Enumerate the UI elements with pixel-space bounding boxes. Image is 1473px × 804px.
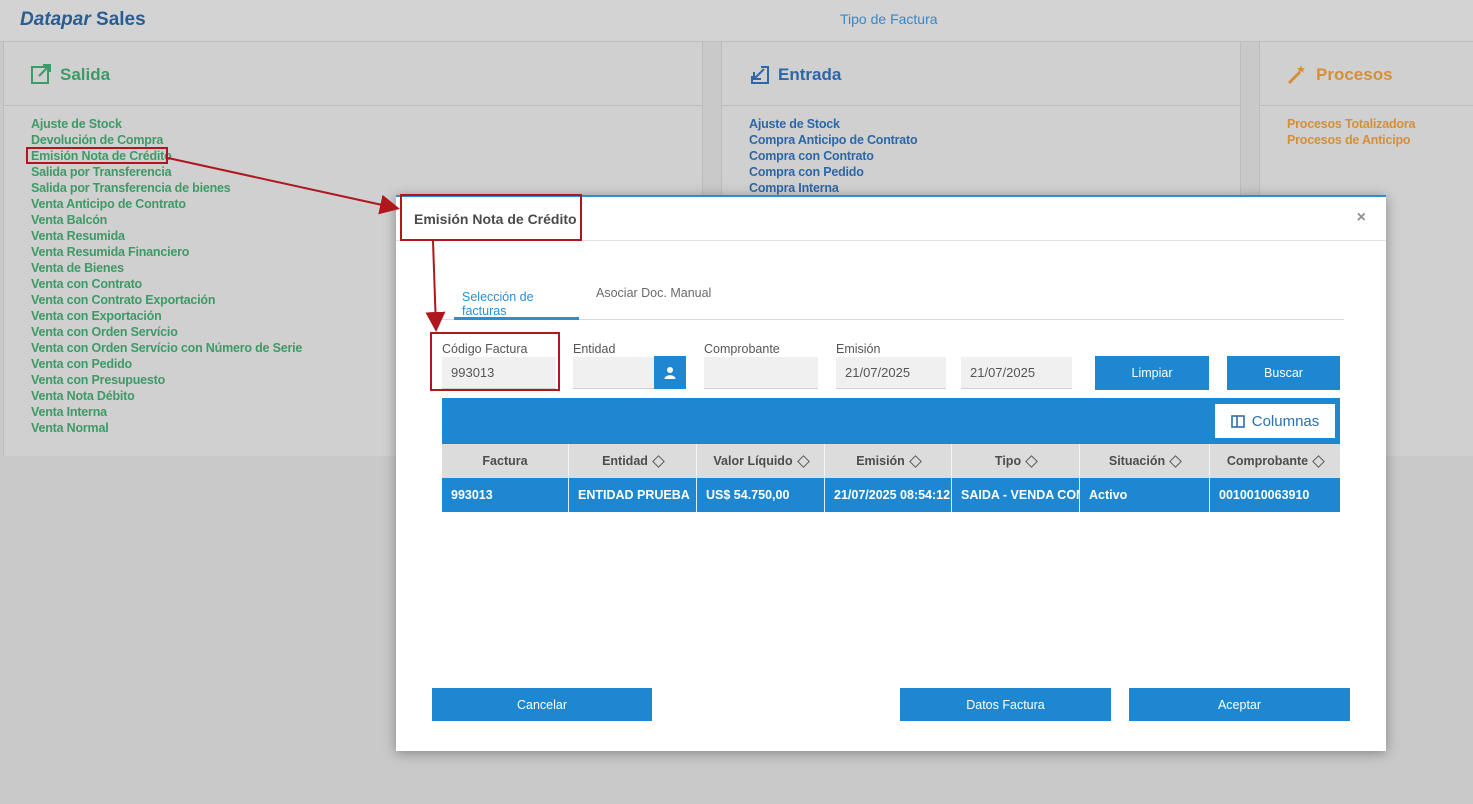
salida-item[interactable]: Venta con Orden Servício <box>31 324 302 340</box>
table-cell: Activo <box>1080 478 1210 512</box>
buscar-button[interactable]: Buscar <box>1227 356 1340 390</box>
sort-icon <box>652 454 665 468</box>
entidad-search-button[interactable] <box>654 356 686 389</box>
page-title: Tipo de Factura <box>840 11 938 27</box>
col-header-label: Tipo <box>994 454 1022 468</box>
col-header-situacion[interactable]: Situación <box>1080 444 1210 478</box>
salida-title: Salida <box>60 65 111 84</box>
facturas-grid: Columnas Factura Entidad Valor Líquido E… <box>442 398 1340 656</box>
salida-item[interactable]: Venta Nota Débito <box>31 388 302 404</box>
salida-item[interactable]: Devolución de Compra <box>31 132 302 148</box>
salida-item[interactable]: Venta Resumida Financiero <box>31 244 302 260</box>
emision-nota-credito-modal: Emisión Nota de Crédito × Selección de f… <box>396 195 1386 751</box>
entrada-item[interactable]: Ajuste de Stock <box>749 116 917 132</box>
salida-item[interactable]: Venta con Orden Servício con Número de S… <box>31 340 302 356</box>
col-header-label: Comprobante <box>1226 454 1309 468</box>
col-header-label: Valor Líquido <box>713 454 793 468</box>
cancelar-button[interactable]: Cancelar <box>432 688 652 721</box>
sort-icon <box>1312 454 1325 468</box>
col-header-factura[interactable]: Factura <box>442 444 569 478</box>
datos-factura-button[interactable]: Datos Factura <box>900 688 1111 721</box>
table-cell: 0010010063910 <box>1219 488 1310 502</box>
col-header-label: Factura <box>482 454 528 468</box>
salida-item[interactable]: Venta con Presupuesto <box>31 372 302 388</box>
salida-item[interactable]: Ajuste de Stock <box>31 116 302 132</box>
salida-item[interactable]: Venta con Exportación <box>31 308 302 324</box>
entrada-item[interactable]: Compra con Contrato <box>749 148 917 164</box>
tab-asociar-doc-manual[interactable]: Asociar Doc. Manual <box>596 276 711 320</box>
table-cell: 21/07/2025 08:54:12 <box>825 478 952 512</box>
procesos-item[interactable]: Procesos Totalizadora <box>1287 116 1415 132</box>
aceptar-button[interactable]: Aceptar <box>1129 688 1350 721</box>
procesos-list: Procesos Totalizadora Procesos de Antici… <box>1287 116 1415 148</box>
columnas-label: Columnas <box>1251 412 1320 430</box>
salida-item[interactable]: Venta Balcón <box>31 212 302 228</box>
sort-icon <box>796 454 810 468</box>
salida-item[interactable]: Venta con Contrato Exportación <box>31 292 302 308</box>
salida-item[interactable]: Venta Interna <box>31 404 302 420</box>
highlight-box-codigo-factura <box>430 332 560 391</box>
magic-wand-icon <box>1287 65 1305 85</box>
entrada-list: Ajuste de Stock Compra Anticipo de Contr… <box>749 116 918 196</box>
close-icon[interactable]: × <box>1357 209 1366 227</box>
entrada-panel-header: Entrada <box>722 42 1240 106</box>
entrada-title: Entrada <box>778 65 842 84</box>
salida-item[interactable]: Venta de Bienes <box>31 260 302 276</box>
entrada-item[interactable]: Compra con Pedido <box>749 164 917 180</box>
comprobante-label: Comprobante <box>704 342 780 356</box>
salida-item[interactable]: Venta Resumida <box>31 228 302 244</box>
arrow-in-icon <box>751 66 769 84</box>
col-header-entidad[interactable]: Entidad <box>569 444 697 478</box>
sort-icon <box>1169 454 1182 468</box>
tab-seleccion-facturas[interactable]: Selección de facturas <box>454 276 579 320</box>
limpiar-button[interactable]: Limpiar <box>1095 356 1209 390</box>
procesos-title: Procesos <box>1316 65 1393 84</box>
table-row[interactable]: 993013 ENTIDAD PRUEBA US$ 54.750,00 21/0… <box>442 478 1340 512</box>
columnas-button[interactable]: Columnas <box>1214 403 1336 439</box>
entidad-input[interactable] <box>573 357 655 389</box>
salida-item[interactable]: Venta con Contrato <box>31 276 302 292</box>
sort-icon <box>1025 454 1038 468</box>
salida-panel-header: Salida <box>4 42 702 106</box>
salida-item[interactable]: Venta Normal <box>31 420 302 436</box>
emision-to-input[interactable]: 21/07/2025 <box>961 357 1072 389</box>
salida-item[interactable]: Venta Anticipo de Contrato <box>31 196 302 212</box>
procesos-panel-header: Procesos <box>1260 42 1473 106</box>
table-cell: ENTIDAD PRUEBA <box>569 478 697 512</box>
procesos-item[interactable]: Procesos de Anticipo <box>1287 132 1415 148</box>
col-header-emision[interactable]: Emisión <box>825 444 952 478</box>
user-icon <box>664 367 676 379</box>
col-header-comprobante[interactable]: Comprobante <box>1210 444 1340 478</box>
columns-icon <box>1230 414 1245 428</box>
salida-list: Ajuste de Stock Devolución de Compra Emi… <box>31 116 302 436</box>
table-cell: SAIDA - VENDA COM <box>952 478 1080 512</box>
salida-item[interactable]: Venta con Pedido <box>31 356 302 372</box>
modal-tabs: Selección de facturas Asociar Doc. Manua… <box>442 276 1344 320</box>
table-cell: US$ 54.750,00 <box>697 478 825 512</box>
salida-item[interactable]: Salida por Transferencia <box>31 164 302 180</box>
brand-name-italic: Datapar <box>20 9 91 30</box>
col-header-tipo[interactable]: Tipo <box>952 444 1080 478</box>
emision-label: Emisión <box>836 342 881 356</box>
col-header-label: Emisión <box>856 454 905 468</box>
entrada-item[interactable]: Compra Interna <box>749 180 917 196</box>
col-header-label: Situación <box>1108 454 1166 468</box>
top-bar: Datapar Sales Tipo de Factura <box>0 0 1473 42</box>
external-link-icon <box>31 64 51 84</box>
salida-item[interactable]: Salida por Transferencia de bienes <box>31 180 302 196</box>
comprobante-input[interactable] <box>704 357 818 389</box>
table-cell: 993013 <box>442 478 569 512</box>
grid-header: Factura Entidad Valor Líquido Emisión Ti… <box>442 444 1340 478</box>
grid-toolbar: Columnas <box>442 398 1340 444</box>
col-header-label: Entidad <box>602 454 648 468</box>
sort-icon <box>908 454 922 468</box>
highlight-box-modal-title <box>400 194 582 241</box>
highlight-box-menu-item <box>26 147 168 164</box>
app-brand: Datapar Sales <box>20 9 146 31</box>
emision-from-input[interactable]: 21/07/2025 <box>836 357 946 389</box>
col-header-valor-liquido[interactable]: Valor Líquido <box>697 444 825 478</box>
entrada-item[interactable]: Compra Anticipo de Contrato <box>749 132 918 148</box>
brand-name-bold: Sales <box>96 9 146 30</box>
entidad-label: Entidad <box>573 342 616 356</box>
